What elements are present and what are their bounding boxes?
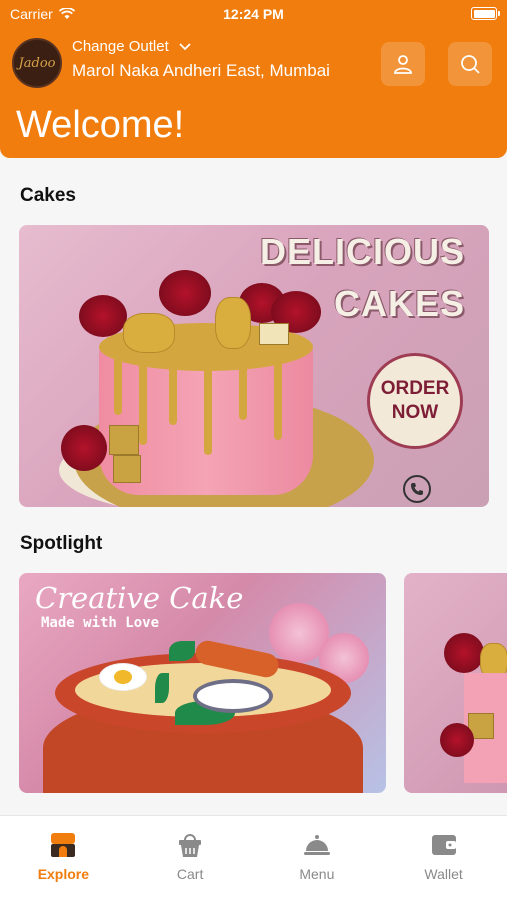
cake-drip <box>274 355 282 440</box>
egg-decoration <box>99 663 147 691</box>
rose-decoration <box>440 723 474 757</box>
tab-explore-label: Explore <box>37 866 90 882</box>
logo-text: Jadoo <box>18 55 56 71</box>
spotlight-banner-next[interactable] <box>404 573 507 793</box>
spotlight-section-title: Spotlight <box>20 533 103 554</box>
tab-wallet[interactable]: Wallet <box>380 816 507 900</box>
status-bar: Carrier 12:24 PM <box>0 0 507 28</box>
gold-cube <box>259 323 289 345</box>
tab-wallet-label: Wallet <box>424 866 463 882</box>
tab-cart-label: Cart <box>176 866 204 882</box>
bottom-tab-bar: Explore Cart Menu Wallet <box>0 815 507 900</box>
banner-headline-cakes: CAKES <box>333 283 465 324</box>
cake-drip <box>139 355 147 445</box>
macaron <box>123 313 175 353</box>
cake-drip <box>204 355 212 455</box>
tab-menu-label: Menu <box>299 866 335 882</box>
spiral-decoration <box>193 679 273 713</box>
welcome-heading: Welcome! <box>16 104 185 146</box>
brand-logo[interactable]: Jadoo <box>12 38 62 88</box>
tab-menu[interactable]: Menu <box>254 816 381 900</box>
rose-decoration <box>444 633 484 673</box>
gold-cube <box>109 425 139 455</box>
cakes-banner[interactable]: DELICIOUS CAKES ORDER NOW <box>19 225 489 507</box>
macaron <box>215 297 251 349</box>
cake-drip <box>169 355 177 425</box>
order-badge-line-2: NOW <box>391 402 439 423</box>
banner-headline-delicious: DELICIOUS <box>259 231 465 272</box>
wallet-icon <box>431 835 456 855</box>
cake-drip <box>114 355 122 415</box>
change-outlet-button[interactable]: Change Outlet <box>72 38 193 55</box>
explore-icon <box>51 833 76 857</box>
user-icon <box>394 55 412 74</box>
order-now-badge: ORDER NOW <box>367 353 463 449</box>
battery-icon <box>471 7 500 20</box>
spotlight-banner-title: Creative Cake <box>35 581 244 615</box>
order-badge-line-1: ORDER <box>380 378 450 399</box>
cakes-section-title: Cakes <box>20 185 76 206</box>
tab-explore[interactable]: Explore <box>0 816 127 900</box>
rose-decoration <box>159 270 211 316</box>
leaf-decoration <box>155 673 169 703</box>
spotlight-banner-subtitle: Made with Love <box>41 615 160 631</box>
change-outlet-label: Change Outlet <box>72 38 169 55</box>
rose-decoration <box>61 425 107 471</box>
outlet-address[interactable]: Marol Naka Andheri East, Mumbai <box>72 61 330 81</box>
phone-icon <box>403 475 431 503</box>
spotlight-banner[interactable]: Creative Cake Made with Love <box>19 573 386 793</box>
search-button[interactable] <box>448 42 492 86</box>
status-time: 12:24 PM <box>223 6 284 22</box>
search-icon <box>461 55 480 74</box>
cart-icon <box>179 834 202 857</box>
gold-cube <box>113 455 141 483</box>
tab-cart[interactable]: Cart <box>127 816 254 900</box>
chevron-down-icon <box>179 42 191 50</box>
app-header: Carrier 12:24 PM Jadoo Change Outlet Mar… <box>0 0 507 158</box>
leaf-decoration <box>169 641 195 661</box>
cloche-icon <box>303 835 330 855</box>
rose-decoration <box>79 295 127 337</box>
profile-button[interactable] <box>381 42 425 86</box>
cake-drip <box>239 355 247 420</box>
